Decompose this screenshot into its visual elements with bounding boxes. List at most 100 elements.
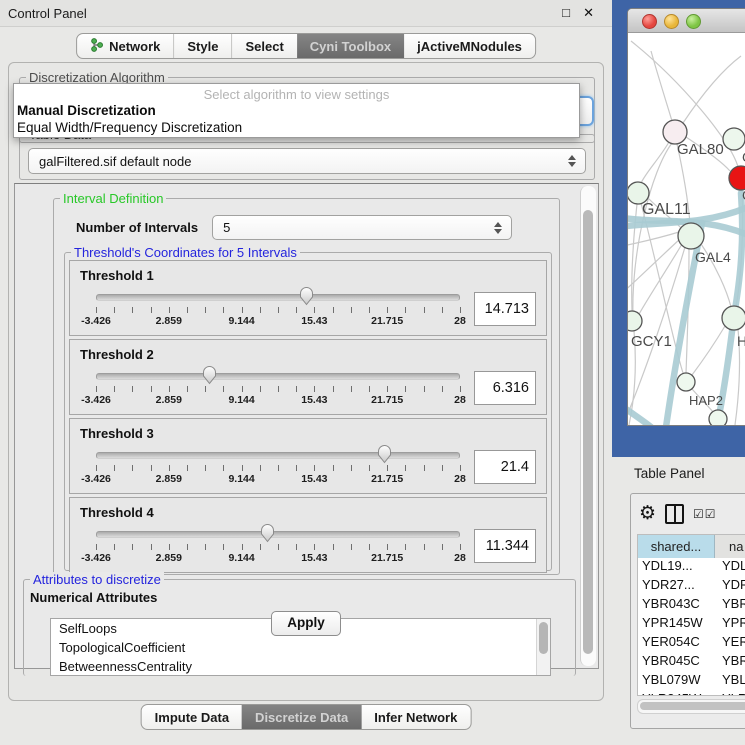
slider-track[interactable] xyxy=(96,531,460,538)
slider-track[interactable] xyxy=(96,452,460,459)
spinner-arrows-icon xyxy=(568,155,576,167)
node-h[interactable] xyxy=(722,306,745,330)
cell-shared-name[interactable]: YDL19... xyxy=(638,558,718,577)
table-row[interactable]: YDR27...YDR2 xyxy=(638,577,745,596)
slider-ticks xyxy=(96,544,460,551)
slider-thumb[interactable] xyxy=(260,523,275,543)
table-row[interactable]: YBL079WYBL0 xyxy=(638,672,745,691)
network-edge[interactable] xyxy=(628,232,679,248)
tick-label: 9.144 xyxy=(228,552,254,564)
attribute-item[interactable]: BetweennessCentrality xyxy=(51,657,550,676)
network-view-window: GAL80GACGAL11GAL4GCY1HHAP2 xyxy=(627,8,745,426)
cell-shared-name[interactable]: YLR345W xyxy=(638,691,718,696)
tab-impute-data[interactable]: Impute Data xyxy=(142,705,242,729)
node-hap2[interactable] xyxy=(677,373,695,391)
slider-thumb[interactable] xyxy=(202,365,217,385)
slider-track[interactable] xyxy=(96,373,460,380)
cell-name[interactable]: YDL1 xyxy=(718,558,745,577)
table-panel-title: Table Panel xyxy=(634,466,705,481)
tab-select[interactable]: Select xyxy=(231,34,296,58)
threshold-slider[interactable]: -3.4262.8599.14415.4321.71528 xyxy=(96,522,460,568)
tick-label: 9.144 xyxy=(228,394,254,406)
table-row[interactable]: YLR345WYLR3 xyxy=(638,691,745,696)
tab-cyni-toolbox[interactable]: Cyni Toolbox xyxy=(297,34,404,58)
table-horizontal-scrollbar[interactable] xyxy=(637,699,745,714)
slider-thumb[interactable] xyxy=(299,286,314,306)
node-gcy1[interactable] xyxy=(628,311,642,331)
cell-shared-name[interactable]: YBR043C xyxy=(638,596,718,615)
cell-name[interactable]: YPR1 xyxy=(718,615,745,634)
zoom-traffic-light-icon[interactable] xyxy=(686,14,701,29)
network-edge[interactable] xyxy=(628,239,680,301)
attributes-scrollbar[interactable] xyxy=(536,619,550,675)
cell-shared-name[interactable]: YDR27... xyxy=(638,577,718,596)
checkbox-filter-icons[interactable]: ☑☑ xyxy=(693,507,717,521)
slider-track[interactable] xyxy=(96,294,460,301)
close-traffic-light-icon[interactable] xyxy=(642,14,657,29)
threshold-value-field[interactable]: 11.344 xyxy=(474,529,536,563)
tab-jactivemnodules[interactable]: jActiveMNodules xyxy=(404,34,535,58)
network-edge[interactable] xyxy=(683,56,741,123)
number-of-intervals-combobox[interactable]: 5 xyxy=(212,215,512,240)
tick-label: 21.715 xyxy=(371,552,403,564)
tab-style[interactable]: Style xyxy=(173,34,231,58)
network-edge[interactable] xyxy=(692,326,725,375)
slider-thumb[interactable] xyxy=(377,444,392,464)
gear-icon[interactable]: ⚙ xyxy=(639,504,656,524)
panel-title: Control Panel xyxy=(8,6,87,21)
settings-scrollbar[interactable] xyxy=(580,186,596,666)
slider-tick-labels: -3.4262.8599.14415.4321.71528 xyxy=(96,473,460,486)
tick-label: 28 xyxy=(454,552,466,564)
node-table: shared... na YDL19...YDL1YDR27...YDR2YBR… xyxy=(637,534,745,696)
dropdown-option-manual[interactable]: Manual Discretization xyxy=(14,102,579,119)
apply-button[interactable]: Apply xyxy=(271,611,341,636)
cell-shared-name[interactable]: YPR145W xyxy=(638,615,718,634)
node-gal4[interactable] xyxy=(678,223,704,249)
node-upper-right[interactable] xyxy=(723,128,745,150)
threshold-slider[interactable]: -3.4262.8599.14415.4321.71528 xyxy=(96,443,460,489)
columns-icon[interactable] xyxy=(665,504,684,524)
cell-name[interactable]: YBL0 xyxy=(718,672,745,691)
node-gal11-label: GAL11 xyxy=(642,201,691,218)
threshold-value-field[interactable]: 14.713 xyxy=(474,292,536,326)
table-row[interactable]: YPR145WYPR1 xyxy=(638,615,745,634)
numerical-attributes-label: Numerical Attributes xyxy=(30,590,157,605)
network-edge-highlighted[interactable] xyxy=(628,399,651,425)
column-header-name[interactable]: na xyxy=(715,535,745,558)
cell-shared-name[interactable]: YER054C xyxy=(638,634,718,653)
cell-name[interactable]: YDR2 xyxy=(718,577,745,596)
network-window-titlebar[interactable] xyxy=(628,9,745,33)
node-gcy1-label: GCY1 xyxy=(631,333,672,350)
close-icon[interactable]: ✕ xyxy=(583,5,594,21)
cell-name[interactable]: YLR3 xyxy=(718,691,745,696)
dropdown-option-equal-width[interactable]: Equal Width/Frequency Discretization xyxy=(14,119,579,136)
tick-label: 9.144 xyxy=(228,315,254,327)
tab-network[interactable]: Network xyxy=(77,34,173,58)
table-row[interactable]: YBR045CYBR0 xyxy=(638,653,745,672)
cell-name[interactable]: YER0 xyxy=(718,634,745,653)
table-panel-box: ⚙ ☑☑ shared... na YDL19...YDL1YDR27...YD… xyxy=(630,493,745,729)
node-bottom-partial[interactable] xyxy=(709,410,727,425)
table-row[interactable]: YBR043CYBR0 xyxy=(638,596,745,615)
threshold-value-field[interactable]: 21.4 xyxy=(474,450,536,484)
tick-label: 21.715 xyxy=(371,473,403,485)
attribute-item[interactable]: TopologicalCoefficient xyxy=(51,638,550,657)
threshold-value-field[interactable]: 6.316 xyxy=(474,371,536,405)
cell-shared-name[interactable]: YBL079W xyxy=(638,672,718,691)
table-data-combobox[interactable]: galFiltered.sif default node xyxy=(28,148,586,174)
cell-shared-name[interactable]: YBR045C xyxy=(638,653,718,672)
cell-name[interactable]: YBR0 xyxy=(718,653,745,672)
tab-infer-network[interactable]: Infer Network xyxy=(361,705,470,729)
tab-discretize-data[interactable]: Discretize Data xyxy=(242,705,361,729)
minimize-traffic-light-icon[interactable] xyxy=(664,14,679,29)
table-data-group: Table Data galFiltered.sif default node xyxy=(19,134,595,180)
tab-label: Cyni Toolbox xyxy=(310,39,391,54)
threshold-slider[interactable]: -3.4262.8599.14415.4321.71528 xyxy=(96,285,460,331)
cell-name[interactable]: YBR0 xyxy=(718,596,745,615)
float-window-icon[interactable]: □ xyxy=(562,5,570,20)
network-canvas[interactable]: GAL80GACGAL11GAL4GCY1HHAP2 xyxy=(628,33,745,425)
table-row[interactable]: YDL19...YDL1 xyxy=(638,558,745,577)
table-row[interactable]: YER054CYER0 xyxy=(638,634,745,653)
column-header-shared-name[interactable]: shared... xyxy=(638,535,715,558)
threshold-slider[interactable]: -3.4262.8599.14415.4321.71528 xyxy=(96,364,460,410)
